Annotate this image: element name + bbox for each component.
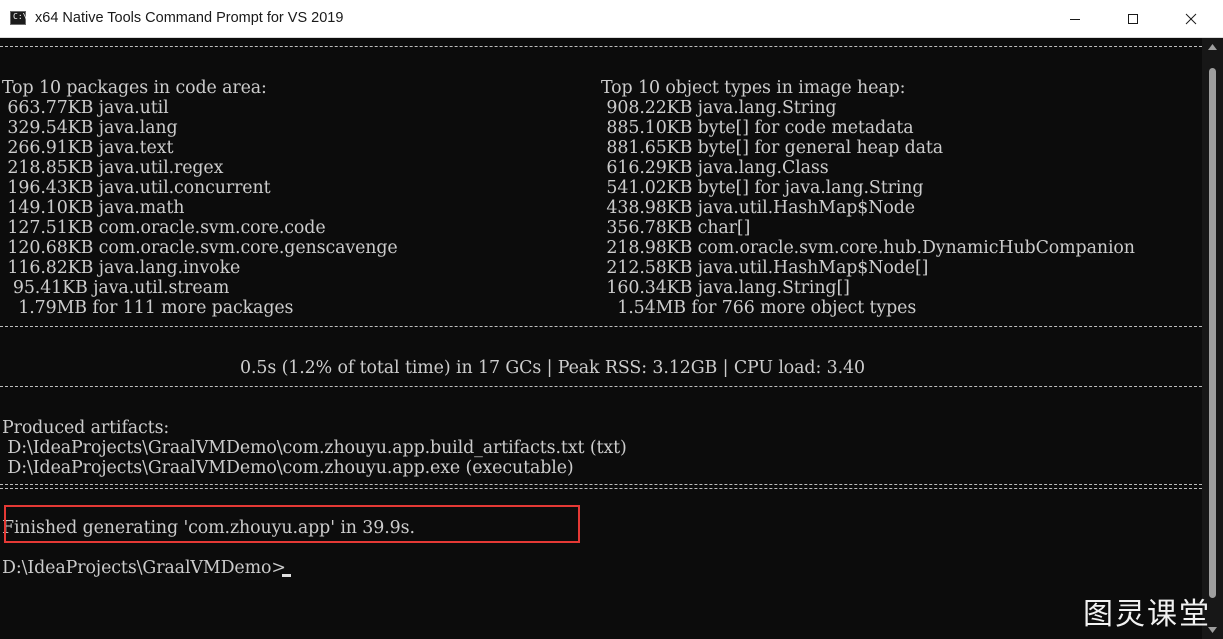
object-type-row: 356.78KB char[] xyxy=(601,218,751,238)
text-cursor xyxy=(282,574,291,577)
title-bar[interactable]: C:\ x64 Native Tools Command Prompt for … xyxy=(0,0,1223,38)
object-type-row: 908.22KB java.lang.String xyxy=(601,98,837,118)
object-type-row: 541.02KB byte[] for java.lang.String xyxy=(601,178,924,198)
highlight-box xyxy=(4,505,580,543)
window-title: x64 Native Tools Command Prompt for VS 2… xyxy=(35,10,344,26)
maximize-icon xyxy=(1128,13,1138,24)
artifact-path: D:\IdeaProjects\GraalVMDemo\com.zhouyu.a… xyxy=(2,438,627,458)
double-separator-line xyxy=(0,484,1202,489)
object-type-row: 1.54MB for 766 more object types xyxy=(601,298,917,318)
package-row: 218.85KB java.util.regex xyxy=(2,158,224,178)
package-row: 127.51KB com.oracle.svm.core.code xyxy=(2,218,326,238)
scroll-up-button[interactable] xyxy=(1202,38,1223,56)
object-type-row: 218.98KB com.oracle.svm.core.hub.Dynamic… xyxy=(601,238,1135,258)
command-prompt[interactable]: D:\IdeaProjects\GraalVMDemo> xyxy=(2,558,286,578)
close-button[interactable] xyxy=(1168,0,1214,37)
object-type-row: 212.58KB java.util.HashMap$Node[] xyxy=(601,258,929,278)
artifacts-header: Produced artifacts: xyxy=(2,418,170,438)
scroll-thumb[interactable] xyxy=(1209,68,1216,598)
separator-line xyxy=(0,326,1202,328)
close-icon xyxy=(1185,13,1197,24)
package-row: 663.77KB java.util xyxy=(2,98,169,118)
cmd-icon: C:\ xyxy=(10,11,27,25)
artifact-path: D:\IdeaProjects\GraalVMDemo\com.zhouyu.a… xyxy=(2,458,574,478)
object-types-header: Top 10 object types in image heap: xyxy=(601,78,906,98)
minimize-button[interactable] xyxy=(1052,0,1098,37)
vertical-scrollbar[interactable] xyxy=(1202,38,1223,639)
object-type-row: 160.34KB java.lang.String[] xyxy=(601,278,850,298)
terminal-output[interactable]: Top 10 packages in code area: Top 10 obj… xyxy=(0,38,1202,639)
package-row: 266.91KB java.text xyxy=(2,138,174,158)
separator-line xyxy=(0,386,1202,388)
maximize-button[interactable] xyxy=(1110,0,1156,37)
package-row: 120.68KB com.oracle.svm.core.genscavenge xyxy=(2,238,398,258)
separator-line xyxy=(0,46,1202,48)
object-type-row: 885.10KB byte[] for code metadata xyxy=(601,118,914,138)
minimize-icon xyxy=(1070,18,1080,20)
package-row: 196.43KB java.util.concurrent xyxy=(2,178,271,198)
package-row: 329.54KB java.lang xyxy=(2,118,178,138)
object-type-row: 438.98KB java.util.HashMap$Node xyxy=(601,198,915,218)
package-row: 149.10KB java.math xyxy=(2,198,185,218)
gc-summary: 0.5s (1.2% of total time) in 17 GCs | Pe… xyxy=(240,358,865,378)
package-row: 1.79MB for 111 more packages xyxy=(2,298,294,318)
object-type-row: 881.65KB byte[] for general heap data xyxy=(601,138,944,158)
package-row: 95.41KB java.util.stream xyxy=(2,278,230,298)
packages-header: Top 10 packages in code area: xyxy=(2,78,267,98)
watermark: 图灵课堂 xyxy=(1083,597,1211,632)
package-row: 116.82KB java.lang.invoke xyxy=(2,258,241,278)
scroll-up-icon xyxy=(1208,44,1217,50)
object-type-row: 616.29KB java.lang.Class xyxy=(601,158,829,178)
